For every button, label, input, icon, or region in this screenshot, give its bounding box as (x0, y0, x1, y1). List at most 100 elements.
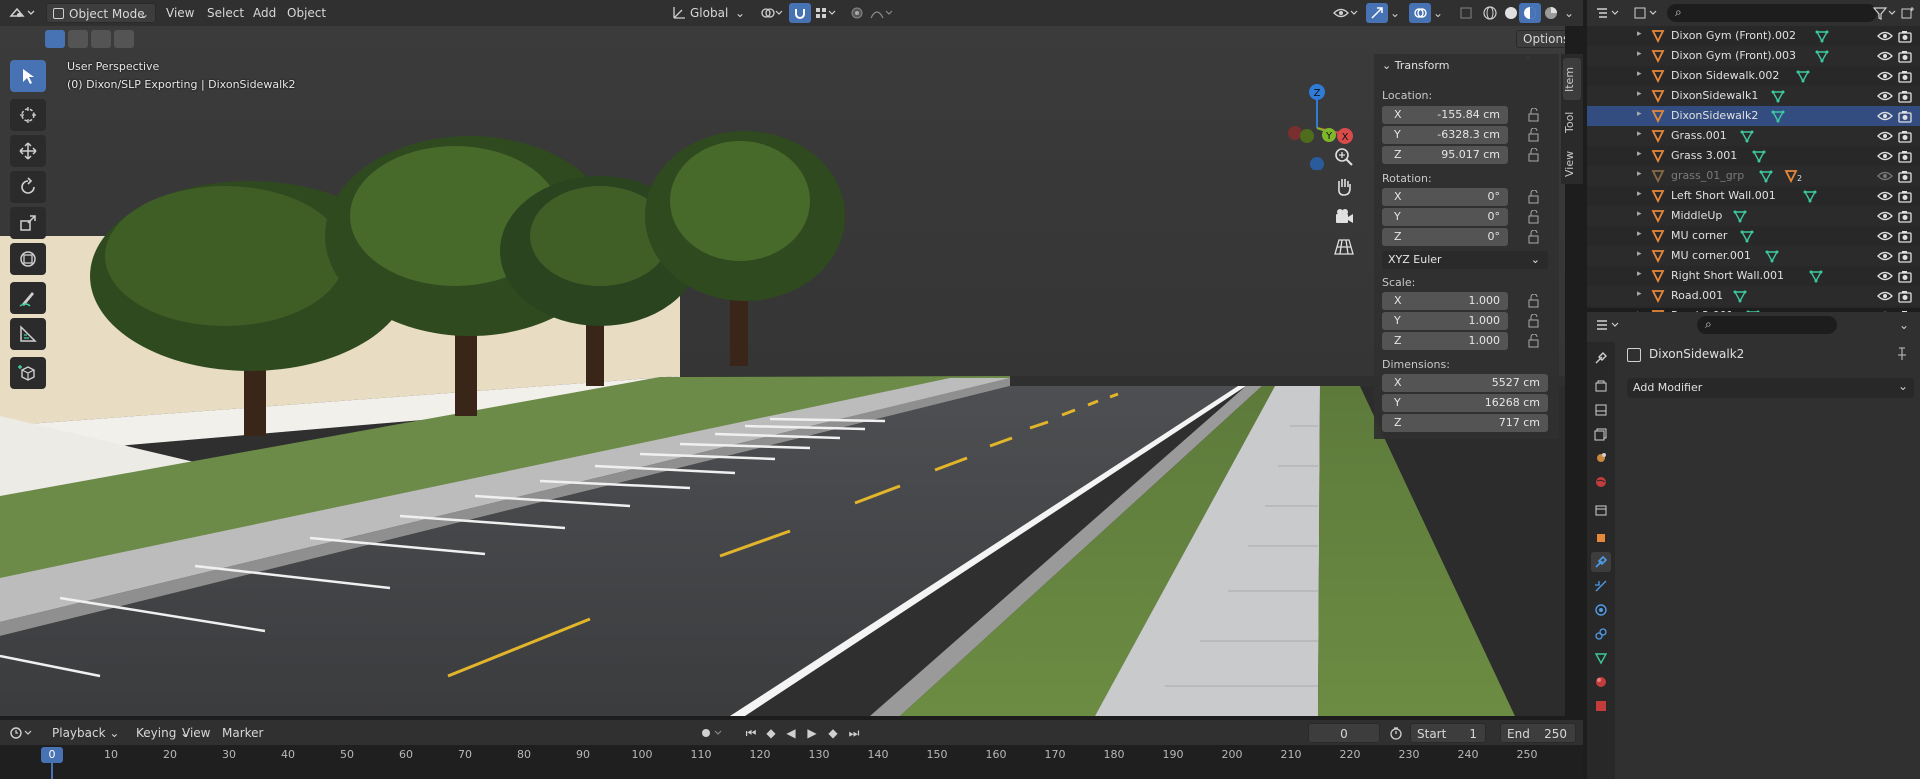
eye-icon[interactable] (1877, 110, 1893, 122)
eye-icon[interactable] (1877, 170, 1893, 182)
move-tool[interactable] (10, 135, 46, 167)
scale-x-field[interactable]: X 1.000 (1382, 292, 1508, 310)
location-x-field[interactable]: X -155.84 cm (1382, 106, 1508, 124)
scene-tab-icon[interactable] (1591, 448, 1611, 468)
lock-icon[interactable] (1527, 314, 1541, 328)
mesh-data-icon[interactable] (1796, 69, 1810, 83)
mesh-data-icon[interactable] (1740, 229, 1754, 243)
mesh-data-icon[interactable] (1765, 249, 1779, 263)
lock-icon[interactable] (1527, 190, 1541, 204)
scale-z-field[interactable]: Z 1.000 (1382, 332, 1508, 350)
object-tab-icon[interactable] (1591, 528, 1611, 548)
outliner-row[interactable]: ▸ Dixon Gym (Front).003 (1587, 46, 1920, 66)
prev-keyframe-icon[interactable]: ◆ (762, 723, 780, 743)
new-collection-icon[interactable] (1899, 3, 1917, 23)
expand-arrow-icon[interactable]: ▸ (1637, 229, 1642, 239)
hand-pan-icon[interactable] (1333, 176, 1355, 198)
lock-icon[interactable] (1527, 210, 1541, 224)
filter-icon[interactable] (1870, 3, 1900, 23)
outliner-row[interactable]: ▸ MU corner.001 (1587, 246, 1920, 266)
menu-select[interactable]: Select (201, 3, 250, 23)
menu-view[interactable]: View (176, 723, 216, 743)
collection-tab-icon[interactable] (1591, 500, 1611, 520)
lock-icon[interactable] (1527, 294, 1541, 308)
play-icon[interactable]: ▶ (803, 723, 821, 743)
eye-icon[interactable] (1877, 250, 1893, 262)
current-frame-field[interactable]: 0 (1308, 723, 1380, 743)
display-mode-icon[interactable] (1631, 3, 1661, 23)
stopwatch-icon[interactable] (1385, 723, 1407, 743)
transform-tool[interactable] (10, 243, 46, 275)
camera-render-icon[interactable] (1898, 129, 1912, 143)
data-tab-icon[interactable] (1591, 648, 1611, 668)
lock-icon[interactable] (1527, 128, 1541, 142)
eye-icon[interactable] (1877, 290, 1893, 302)
lock-icon[interactable] (1527, 148, 1541, 162)
xray-toggle-icon[interactable] (1455, 3, 1477, 23)
lock-icon[interactable] (1527, 230, 1541, 244)
expand-arrow-icon[interactable]: ▸ (1637, 149, 1642, 159)
eye-icon[interactable] (1877, 150, 1893, 162)
camera-render-icon[interactable] (1898, 289, 1912, 303)
expand-arrow-icon[interactable]: ▸ (1637, 169, 1642, 179)
eye-icon[interactable] (1877, 90, 1893, 102)
rotation-y-field[interactable]: Y 0° (1382, 208, 1508, 226)
outliner-row[interactable]: ▸ Dixon Sidewalk.002 (1587, 66, 1920, 86)
eye-icon[interactable] (1877, 210, 1893, 222)
expand-arrow-icon[interactable]: ▸ (1637, 89, 1642, 99)
render-tab-icon[interactable] (1591, 376, 1611, 396)
particles-tab-icon[interactable] (1591, 576, 1611, 596)
camera-render-icon[interactable] (1898, 189, 1912, 203)
3d-viewport[interactable]: User Perspective (0) Dixon/SLP Exporting… (0, 26, 1565, 716)
editor-type-button[interactable] (1593, 315, 1623, 335)
pivot-point-icon[interactable] (756, 3, 786, 23)
camera-render-icon[interactable] (1898, 109, 1912, 123)
expand-arrow-icon[interactable]: ▸ (1637, 269, 1642, 279)
visibility-icon[interactable] (1330, 3, 1360, 23)
expand-arrow-icon[interactable]: ▸ (1637, 69, 1642, 79)
panel-header[interactable]: ⌄ Transform (1382, 59, 1449, 72)
select-new-icon[interactable] (45, 30, 65, 48)
editor-type-button[interactable] (1593, 3, 1623, 23)
rendered-shading-icon[interactable] (1540, 3, 1562, 23)
eye-icon[interactable] (1877, 270, 1893, 282)
snap-target-icon[interactable] (812, 3, 838, 23)
menu-add[interactable]: Add (247, 3, 282, 23)
outliner-search-input[interactable]: ⌕ (1667, 4, 1877, 22)
rotation-x-field[interactable]: X 0° (1382, 188, 1508, 206)
tab-view[interactable]: View (1563, 146, 1581, 182)
editor-type-button[interactable] (6, 3, 40, 23)
outliner-row[interactable]: ▸ grass_01_grp 2 (1587, 166, 1920, 186)
expand-arrow-icon[interactable]: ▸ (1637, 209, 1642, 219)
physics-tab-icon[interactable] (1591, 600, 1611, 620)
editor-type-button[interactable] (6, 723, 38, 743)
outliner-row[interactable]: ▸ Grass.001 (1587, 126, 1920, 146)
rotation-z-field[interactable]: Z 0° (1382, 228, 1508, 246)
menu-marker[interactable]: Marker (216, 723, 269, 743)
menu-view[interactable]: View (160, 3, 200, 23)
outliner-row[interactable]: ▸ Grass 3.001 (1587, 146, 1920, 166)
eye-icon[interactable] (1877, 130, 1893, 142)
camera-render-icon[interactable] (1898, 229, 1912, 243)
modifier-tab-icon[interactable] (1591, 552, 1611, 572)
jump-start-icon[interactable]: ⏮ (742, 723, 760, 743)
outliner-row[interactable]: ▸ DixonSidewalk1 (1587, 86, 1920, 106)
proportional-edit-icon[interactable] (846, 3, 868, 23)
frame-ruler[interactable]: 0 10 20 30 40 50 60 70 80 90 100 110 120 130 140 150 160… (0, 745, 1583, 779)
camera-render-icon[interactable] (1898, 249, 1912, 263)
mesh-data-icon[interactable] (1771, 89, 1785, 103)
camera-render-icon[interactable] (1898, 49, 1912, 63)
material-tab-icon[interactable] (1591, 672, 1611, 692)
output-tab-icon[interactable] (1591, 400, 1611, 420)
add-cube-tool[interactable] (10, 357, 46, 389)
properties-search-input[interactable]: ⌕ (1697, 316, 1837, 334)
snap-toggle-icon[interactable] (789, 3, 811, 23)
mesh-data-icon[interactable] (1809, 269, 1823, 283)
constraints-tab-icon[interactable] (1591, 624, 1611, 644)
measure-tool[interactable] (10, 318, 46, 350)
jump-end-icon[interactable]: ⏭ (845, 723, 863, 743)
material-shading-icon[interactable] (1519, 3, 1541, 23)
gizmo-toggle-icon[interactable] (1366, 3, 1388, 23)
grid-projection-icon[interactable] (1333, 236, 1355, 258)
location-y-field[interactable]: Y -6328.3 cm (1382, 126, 1508, 144)
